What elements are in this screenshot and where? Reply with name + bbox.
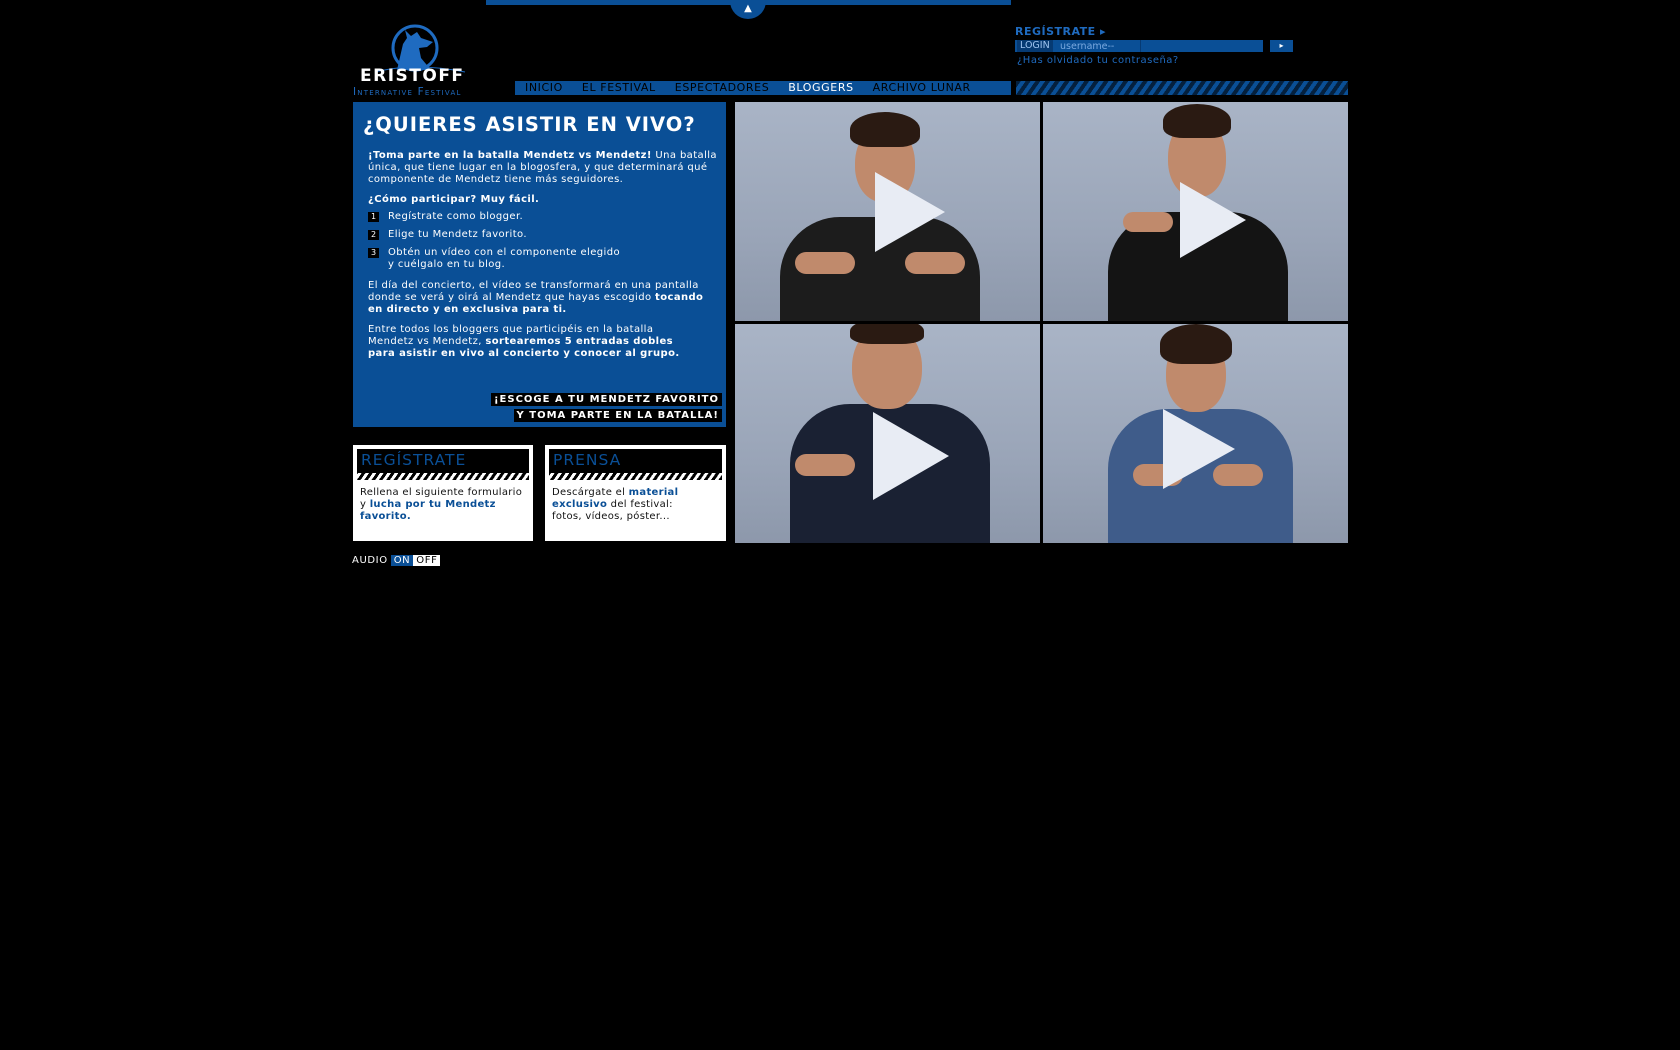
play-icon: [1180, 182, 1246, 258]
nav-item-bloggers[interactable]: BLOGGERS: [778, 81, 862, 95]
main-nav: INICIO EL FESTIVAL ESPECTADORES BLOGGERS…: [515, 81, 1011, 95]
press-box-stripe: [549, 473, 722, 480]
prize-text: Entre todos los bloggers que participéis…: [368, 324, 698, 360]
concert-text-rest: El día del concierto, el vídeo se transf…: [368, 280, 699, 303]
username-input[interactable]: [1058, 40, 1140, 52]
press-box-title: PRENSA: [553, 451, 622, 469]
nav-stripe-decoration: [1016, 81, 1348, 95]
collapse-tab-button[interactable]: ▲: [730, 0, 766, 19]
audio-off-button[interactable]: OFF: [413, 555, 441, 566]
step-text-3: Obtén un vídeo con el componente elegido: [388, 247, 620, 258]
step-text-2: Elige tu Mendetz favorito.: [388, 229, 527, 240]
play-icon: [1163, 409, 1235, 489]
arrow-right-icon: ▸: [1279, 41, 1284, 50]
audio-label: AUDIO: [352, 555, 388, 566]
register-text-highlight[interactable]: lucha por tu Mendetz favorito.: [360, 499, 496, 522]
panel-title: ¿QUIERES ASISTIR EN VIVO?: [363, 113, 696, 136]
press-box-header: PRENSA: [549, 449, 722, 473]
audio-toggle: AUDIO ON OFF: [352, 555, 441, 566]
play-icon: [875, 172, 945, 252]
register-box-title: REGÍSTRATE: [361, 451, 467, 469]
register-link[interactable]: REGÍSTRATE ▸: [1015, 25, 1106, 38]
login-submit-button[interactable]: ▸: [1270, 40, 1293, 52]
step-text-3b: y cuélgalo en tu blog.: [388, 259, 506, 270]
step-number-1: 1: [368, 212, 379, 222]
video-thumbnail-3[interactable]: [735, 324, 1040, 543]
forgot-password-link[interactable]: ¿Has olvidado tu contraseña?: [1017, 55, 1179, 66]
concert-text: El día del concierto, el vídeo se transf…: [368, 280, 708, 316]
nav-item-el-festival[interactable]: EL FESTIVAL: [572, 81, 665, 95]
press-text-a: Descárgate el: [552, 487, 629, 498]
video-thumbnail-4[interactable]: [1043, 324, 1348, 543]
step-number-3: 3: [368, 248, 379, 258]
register-box-header: REGÍSTRATE: [357, 449, 529, 473]
password-input[interactable]: [1140, 40, 1262, 52]
nav-item-inicio[interactable]: INICIO: [515, 81, 572, 95]
audio-on-button[interactable]: ON: [390, 555, 414, 566]
arrow-up-icon: ▲: [744, 3, 752, 14]
how-to-heading: ¿Cómo participar? Muy fácil.: [368, 194, 540, 205]
logo-wordmark: ERISTOFF: [360, 66, 465, 86]
wolf-moon-icon: [374, 24, 466, 73]
nav-item-archivo-lunar[interactable]: ARCHIVO LUNAR: [863, 81, 980, 95]
video-thumbnail-1[interactable]: [735, 102, 1040, 321]
step-text-1: Regístrate como blogger.: [388, 211, 524, 222]
intro-text: ¡Toma parte en la batalla Mendetz vs Men…: [368, 150, 718, 186]
step-number-2: 2: [368, 230, 379, 240]
register-box-text: Rellena el siguiente formulario y lucha …: [360, 487, 530, 523]
logo-tagline: Internative Festival: [353, 86, 462, 98]
register-box-stripe: [357, 473, 529, 480]
play-icon: [873, 412, 949, 500]
nav-item-espectadores[interactable]: ESPECTADORES: [665, 81, 779, 95]
intro-bold: ¡Toma parte en la batalla Mendetz vs Men…: [368, 150, 652, 161]
press-box-text: Descárgate el material exclusivo del fes…: [552, 487, 702, 523]
login-label: LOGIN: [1017, 40, 1053, 52]
register-box[interactable]: REGÍSTRATE Rellena el siguiente formular…: [353, 445, 533, 541]
press-box[interactable]: PRENSA Descárgate el material exclusivo …: [545, 445, 726, 541]
video-thumbnail-2[interactable]: [1043, 102, 1348, 321]
cta-choose-mendetz[interactable]: ¡ESCOGE A TU MENDETZ FAVORITO: [491, 393, 722, 406]
cta-join-battle[interactable]: Y TOMA PARTE EN LA BATALLA!: [513, 409, 722, 422]
